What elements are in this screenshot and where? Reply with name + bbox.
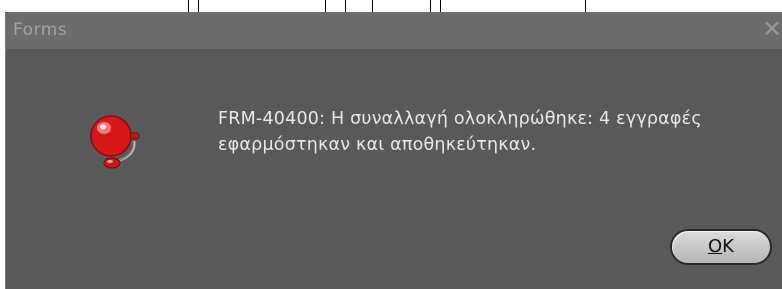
background-tick: [440, 0, 441, 12]
ok-button[interactable]: OK: [670, 229, 772, 265]
background-tick: [585, 0, 586, 12]
dialog-content: FRM-40400: Η συναλλαγή ολοκληρώθηκε: 4 ε…: [6, 49, 782, 289]
background-tick: [430, 0, 431, 12]
background-tick: [325, 0, 326, 12]
ok-mnemonic: O: [708, 236, 723, 257]
message-line-2: εφαρμόστηκαν και αποθηκεύτηκαν.: [218, 135, 537, 155]
dialog-message: FRM-40400: Η συναλλαγή ολοκληρώθηκε: 4 ε…: [218, 106, 778, 158]
close-icon[interactable]: ✕: [760, 16, 782, 42]
dialog-title: Forms: [13, 20, 68, 40]
dialog-titlebar[interactable]: Forms ✕: [6, 12, 782, 49]
background-tick: [198, 0, 199, 12]
background-tick: [188, 0, 189, 12]
alarm-bell-icon: [90, 115, 140, 169]
message-line-1: FRM-40400: Η συναλλαγή ολοκληρώθηκε: 4 ε…: [218, 109, 702, 129]
forms-alert-dialog: Forms ✕ FRM-40400: Η συναλλαγή ολοκληρώθ…: [5, 12, 782, 289]
ok-label-rest: K: [722, 236, 734, 257]
background-tick: [372, 0, 373, 12]
background-tick: [345, 0, 346, 12]
